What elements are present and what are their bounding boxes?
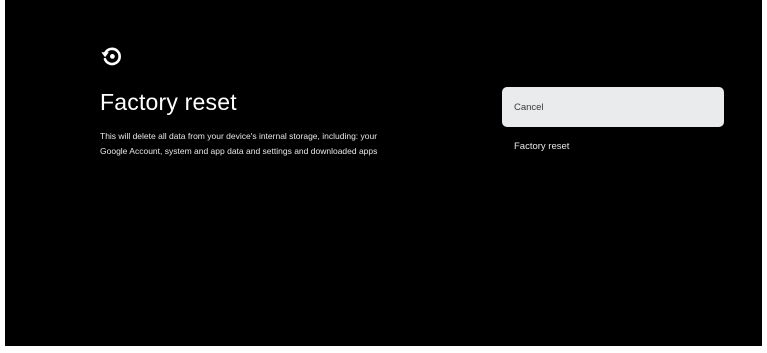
factory-reset-button[interactable]: Factory reset: [502, 136, 724, 156]
restore-icon: [101, 47, 121, 66]
page-title: Factory reset: [100, 89, 237, 115]
options-list: Cancel Factory reset: [502, 87, 724, 156]
tv-screen: Factory reset This will delete all data …: [5, 0, 762, 346]
cancel-button[interactable]: Cancel: [502, 87, 724, 127]
page-description: This will delete all data from your devi…: [100, 131, 378, 156]
